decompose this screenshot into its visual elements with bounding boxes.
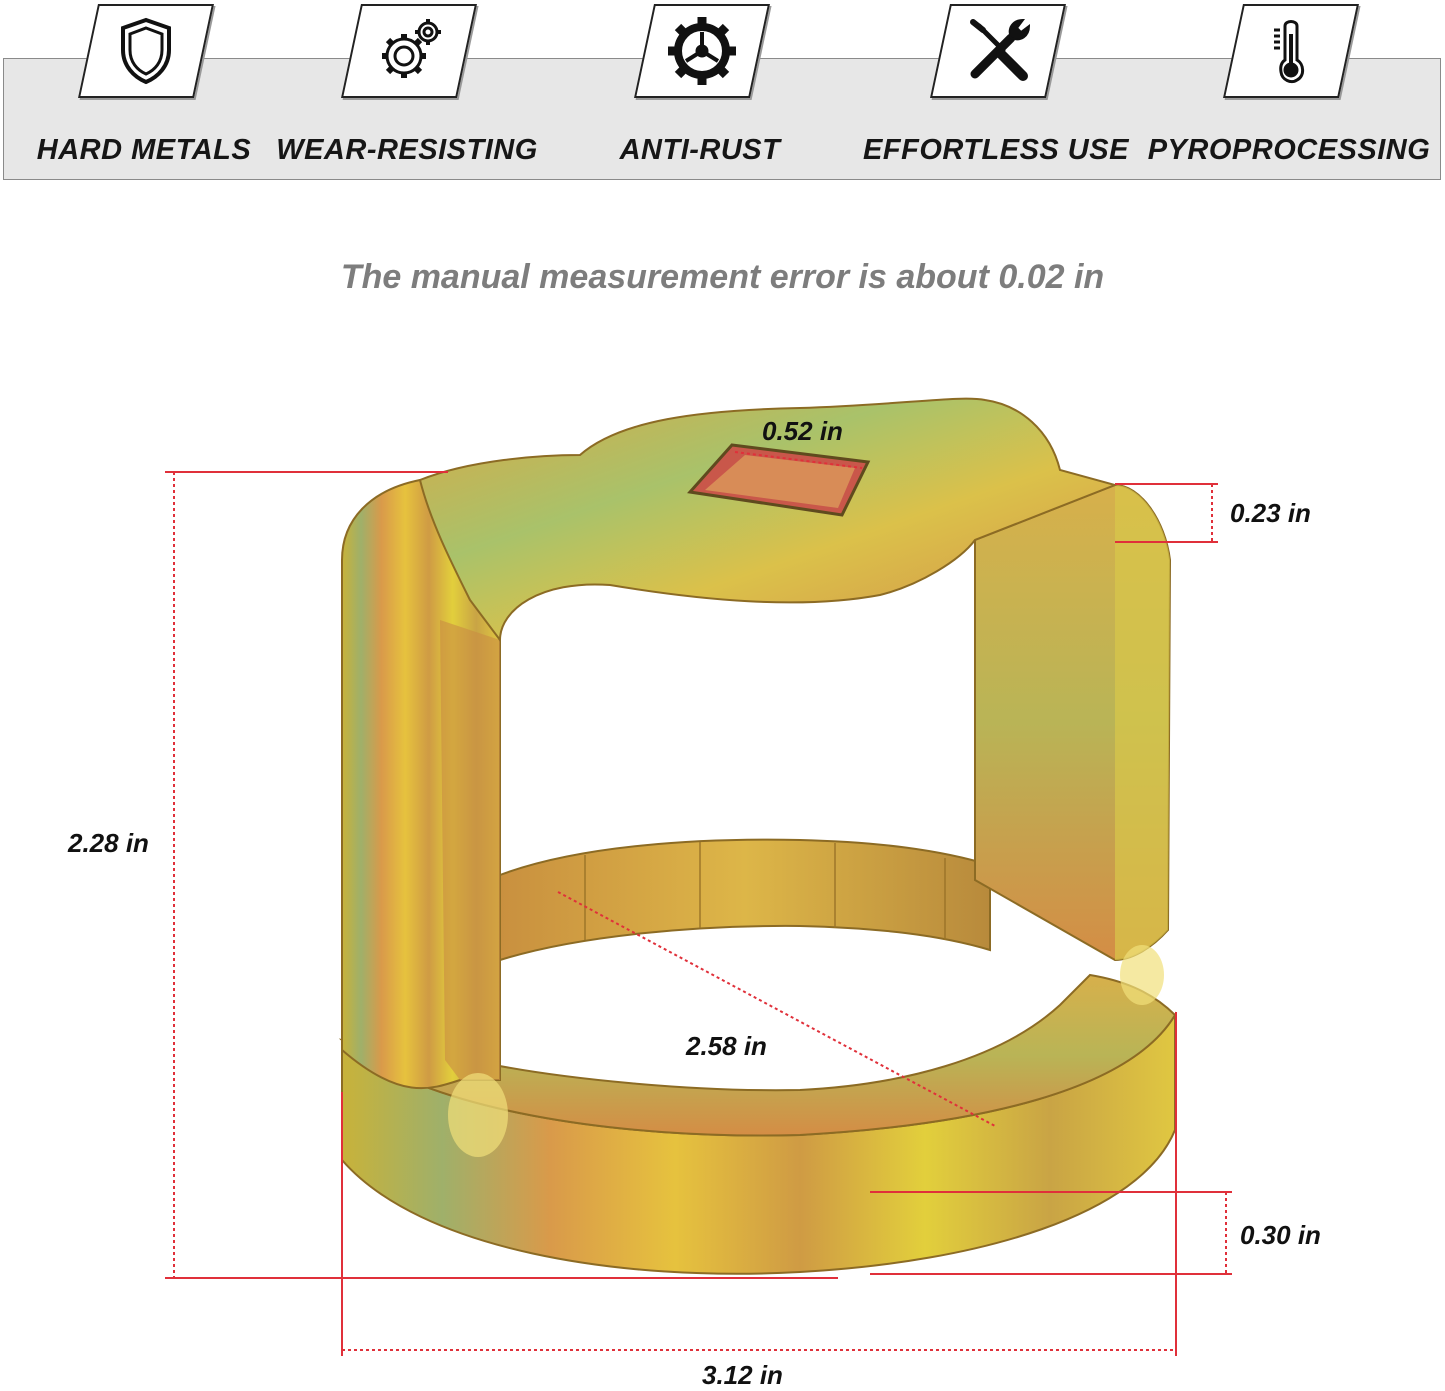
dim-bottom-band: 0.30 in bbox=[1240, 1220, 1321, 1250]
product-figure bbox=[165, 397, 1232, 1356]
dim-square-drive: 0.52 in bbox=[762, 416, 843, 446]
dim-outer-width: 3.12 in bbox=[702, 1360, 783, 1390]
dim-inner-diameter: 2.58 in bbox=[686, 1031, 767, 1061]
dim-height: 2.28 in bbox=[68, 828, 149, 858]
ring-inner-band bbox=[499, 838, 991, 962]
dim-top-thickness: 0.23 in bbox=[1230, 498, 1311, 528]
